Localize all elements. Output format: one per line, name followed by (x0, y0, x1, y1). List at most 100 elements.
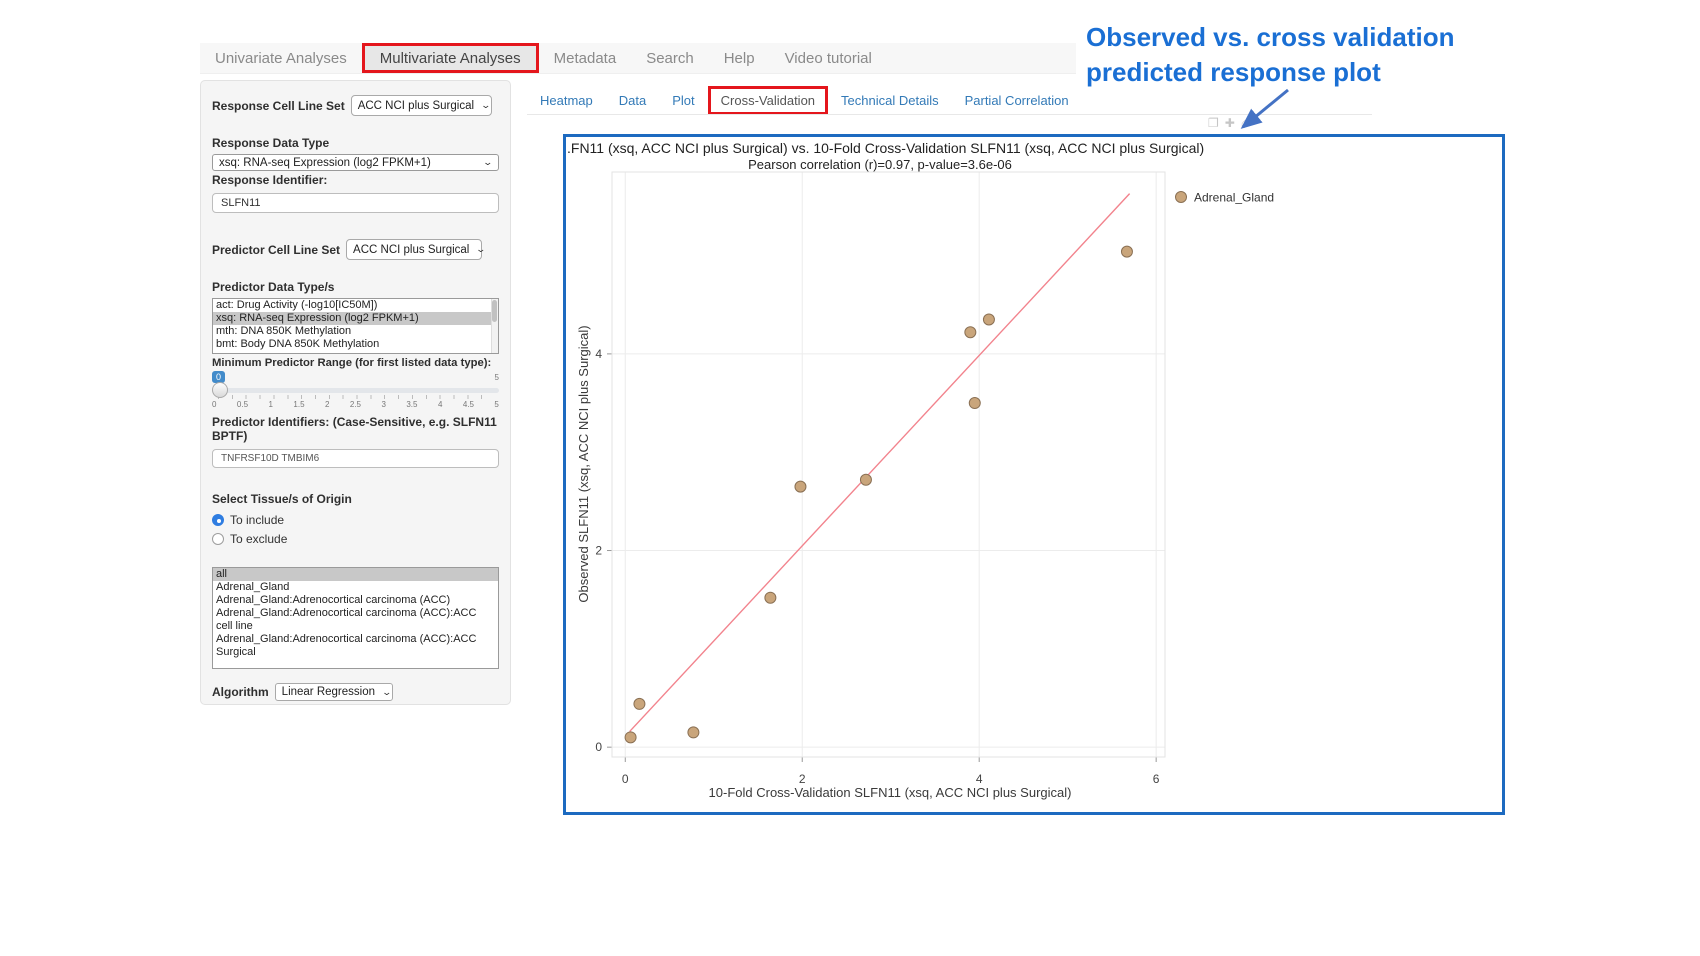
slider-tick-label: 0 (212, 400, 216, 409)
tissue-origin-label: Select Tissue/s of Origin (212, 492, 499, 506)
radio-to-include[interactable]: To include (212, 512, 499, 528)
slider-tick-label: 3 (381, 400, 385, 409)
response-cell-line-set-label: Response Cell Line Set (212, 99, 345, 113)
nav-item-univariate-analyses[interactable]: Univariate Analyses (200, 43, 362, 73)
slider-tick-label: 0.5 (237, 400, 248, 409)
y-tick-label: 4 (595, 347, 602, 361)
list-option-adrenal-gland[interactable]: Adrenal_Gland (213, 581, 498, 594)
list-option-adrenal-gland-adrenocortical-carcinoma-a[interactable]: Adrenal_Gland:Adrenocortical carcinoma (… (213, 594, 498, 607)
response-data-type-label: Response Data Type (212, 136, 499, 150)
nav-item-help[interactable]: Help (709, 43, 770, 73)
plot-area[interactable] (612, 172, 1165, 757)
chart-subtitle: Pearson correlation (r)=0.97, p-value=3.… (748, 157, 1012, 172)
data-point[interactable] (1121, 246, 1132, 257)
annotation-line1: Observed vs. cross validation (1086, 20, 1455, 55)
predictor-cell-line-set-label: Predictor Cell Line Set (212, 243, 340, 257)
list-option-xsq-rna-seq-expression-log2-fpkm-1[interactable]: xsq: RNA-seq Expression (log2 FPKM+1) (213, 312, 498, 325)
chart-title: .FN11 (xsq, ACC NCI plus Surgical) vs. 1… (567, 140, 1204, 156)
slider-tick-label: 4 (438, 400, 442, 409)
data-point[interactable] (688, 727, 699, 738)
tab-partial-correlation[interactable]: Partial Correlation (952, 93, 1082, 108)
algorithm-select[interactable]: Linear Regression⌄ (275, 683, 393, 701)
radio-to-exclude[interactable]: To exclude (212, 531, 499, 547)
min-predictor-range-label: Minimum Predictor Range (for first liste… (212, 357, 499, 369)
radio-button-icon (212, 533, 224, 545)
chevron-down-icon: ⌄ (382, 687, 393, 698)
x-axis-title: 10-Fold Cross-Validation SLFN11 (xsq, AC… (709, 785, 1072, 800)
x-tick-label: 4 (976, 772, 983, 786)
nav-item-search[interactable]: Search (631, 43, 709, 73)
y-tick-label: 0 (595, 740, 602, 754)
tab-technical-details[interactable]: Technical Details (828, 93, 952, 108)
slider-tick-label: 1.5 (293, 400, 304, 409)
slider-tick-label: 4.5 (463, 400, 474, 409)
slider-tick-label: 2 (325, 400, 329, 409)
sidebar-panel: Response Cell Line Set ACC NCI plus Surg… (200, 80, 511, 705)
data-point[interactable] (983, 314, 994, 325)
nav-item-metadata[interactable]: Metadata (539, 43, 632, 73)
list-option-all[interactable]: all (213, 568, 498, 581)
list-option-act-drug-activity-log10-ic50m[interactable]: act: Drug Activity (-log10[IC50M]) (213, 299, 498, 312)
response-identifier-label: Response Identifier: (212, 173, 499, 187)
arrow-line (1243, 90, 1288, 127)
tab-cross-validation[interactable]: Cross-Validation (708, 86, 828, 115)
predictor-identifiers-label: Predictor Identifiers: (Case-Sensitive, … (212, 415, 499, 443)
slider-tick-label: 1 (268, 400, 272, 409)
slider-tick-labels: 0 0.5 1 1.5 2 2.5 3 3.5 4 4.5 5 (212, 400, 499, 409)
response-cell-line-set-select[interactable]: ACC NCI plus Surgical⌄ (351, 95, 492, 116)
predictor-identifiers-input[interactable] (212, 449, 499, 468)
data-point[interactable] (965, 327, 976, 338)
radio-button-icon (212, 514, 224, 526)
list-option-adrenal-gland-adrenocortical-carcinoma-a[interactable]: Adrenal_Gland:Adrenocortical carcinoma (… (213, 633, 498, 659)
annotation-arrow (1150, 78, 1330, 140)
chevron-down-icon: ⌄ (476, 244, 487, 255)
cross-validation-plot-panel: 0 2 4 6 0 2 4 .FN11 (xsq, ACC NCI plus Surgica… (563, 134, 1505, 815)
slider-tick-label: 3.5 (406, 400, 417, 409)
slider-tick-label: 2.5 (350, 400, 361, 409)
tissue-listbox[interactable]: allAdrenal_GlandAdrenal_Gland:Adrenocort… (212, 567, 499, 669)
list-option-mth-dna-850k-methylation[interactable]: mth: DNA 850K Methylation (213, 325, 498, 338)
nav-item-multivariate-analyses[interactable]: Multivariate Analyses (362, 43, 539, 73)
tab-data[interactable]: Data (606, 93, 659, 108)
data-point[interactable] (795, 481, 806, 492)
result-tabs: HeatmapDataPlotCross-ValidationTechnical… (527, 86, 1082, 115)
scrollbar[interactable] (491, 299, 498, 353)
scrollbar-thumb[interactable] (492, 300, 497, 322)
x-tick-label: 6 (1153, 772, 1160, 786)
scatter-chart[interactable]: 0 2 4 6 0 2 4 .FN11 (xsq, ACC NCI plus Surgica… (563, 134, 1505, 815)
legend-label: Adrenal_Gland (1194, 191, 1274, 205)
tab-plot[interactable]: Plot (659, 93, 707, 108)
top-nav: Univariate AnalysesMultivariate Analyses… (200, 43, 1076, 74)
list-option-adrenal-gland-adrenocortical-carcinoma-a[interactable]: Adrenal_Gland:Adrenocortical carcinoma (… (213, 607, 498, 633)
slider-tick-label: 5 (494, 400, 498, 409)
legend-marker-icon (1176, 192, 1187, 203)
min-predictor-range-slider: 0 5 0 0.5 1 1.5 2 2.5 3 3.5 4 4.5 5 (212, 371, 499, 409)
response-identifier-input[interactable] (212, 193, 499, 213)
regression-line (630, 194, 1130, 732)
data-point[interactable] (634, 698, 645, 709)
slider-track[interactable] (212, 388, 499, 393)
predictor-cell-line-set-select[interactable]: ACC NCI plus Surgical⌄ (346, 239, 482, 260)
predictor-data-types-listbox[interactable]: act: Drug Activity (-log10[IC50M])xsq: R… (212, 298, 499, 354)
chevron-down-icon: ⌄ (481, 100, 492, 111)
response-data-type-select[interactable]: xsq: RNA-seq Expression (log2 FPKM+1)⌄ (212, 154, 499, 171)
x-tick-label: 0 (622, 772, 629, 786)
data-point[interactable] (969, 398, 980, 409)
data-point[interactable] (765, 592, 776, 603)
cellminercdb-app: Univariate AnalysesMultivariate Analyses… (0, 0, 1700, 956)
algorithm-label: Algorithm (212, 685, 269, 699)
chevron-down-icon: ⌄ (483, 157, 494, 168)
data-point[interactable] (625, 732, 636, 743)
data-point[interactable] (860, 474, 871, 485)
list-option-bmt-body-dna-850k-methylation[interactable]: bmt: Body DNA 850K Methylation (213, 338, 498, 351)
y-axis-title: Observed SLFN11 (xsq, ACC NCI plus Surgi… (576, 325, 591, 602)
predictor-data-types-label: Predictor Data Type/s (212, 280, 499, 294)
tab-heatmap[interactable]: Heatmap (527, 93, 606, 108)
x-tick-label: 2 (799, 772, 806, 786)
slider-max-label: 5 (495, 373, 499, 382)
nav-item-video-tutorial[interactable]: Video tutorial (770, 43, 887, 73)
y-tick-label: 2 (595, 544, 602, 558)
slider-tick-marks (218, 395, 493, 399)
legend[interactable]: Adrenal_Gland (1176, 191, 1275, 205)
slider-handle[interactable] (212, 382, 228, 398)
